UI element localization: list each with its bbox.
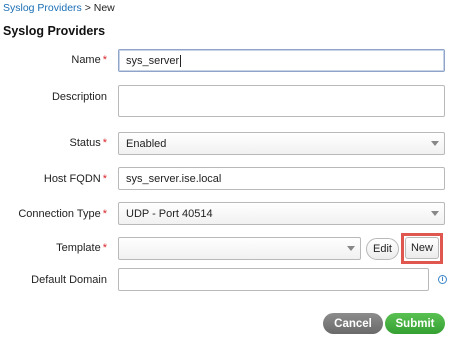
cancel-button[interactable]: Cancel [323, 313, 383, 334]
chevron-down-icon [431, 211, 439, 216]
breadcrumb-current: New [93, 2, 115, 14]
breadcrumb: Syslog Providers > New [3, 2, 115, 14]
chevron-down-icon [431, 141, 439, 146]
required-mark: * [102, 137, 107, 149]
connection-type-select[interactable]: UDP - Port 40514 [118, 202, 445, 225]
default-domain-label: Default Domain [31, 274, 107, 286]
host-fqdn-label: Host FQDN * [43, 173, 107, 185]
connection-type-value: UDP - Port 40514 [126, 207, 213, 220]
name-input-value: sys_server [126, 54, 180, 67]
connection-type-label: Connection Type * [18, 208, 107, 220]
page-title: Syslog Providers [3, 24, 106, 38]
info-icon[interactable]: i [438, 275, 447, 284]
host-fqdn-input[interactable]: sys_server.ise.local [118, 167, 445, 190]
submit-button[interactable]: Submit [385, 313, 445, 334]
template-select[interactable] [118, 237, 361, 260]
default-domain-input[interactable] [118, 268, 429, 291]
required-mark: * [102, 242, 107, 254]
required-mark: * [102, 54, 107, 66]
status-select-value: Enabled [126, 137, 167, 150]
host-fqdn-value: sys_server.ise.local [126, 172, 222, 185]
name-input[interactable]: sys_server [118, 49, 445, 72]
description-textarea[interactable] [118, 85, 445, 117]
chevron-down-icon [347, 246, 355, 251]
breadcrumb-parent-link[interactable]: Syslog Providers [3, 2, 82, 14]
template-label: Template * [56, 242, 107, 254]
description-label: Description [51, 91, 107, 103]
required-mark: * [102, 208, 107, 220]
name-label: Name * [71, 54, 107, 66]
text-caret [180, 54, 182, 67]
status-label: Status * [69, 137, 107, 149]
required-mark: * [102, 173, 107, 185]
breadcrumb-separator: > [81, 2, 94, 14]
new-button-highlight [401, 233, 443, 264]
template-edit-button[interactable]: Edit [366, 238, 399, 260]
status-select[interactable]: Enabled [118, 132, 445, 155]
